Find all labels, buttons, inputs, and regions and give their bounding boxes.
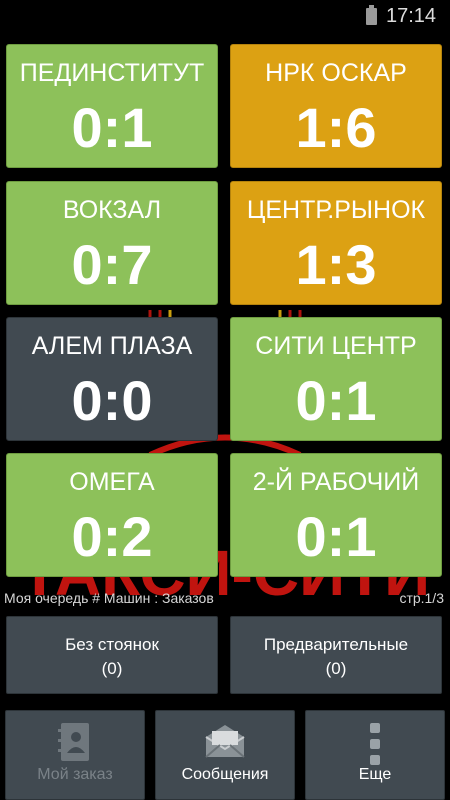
tile-score: 1:3 <box>295 233 377 296</box>
messages-button[interactable]: Сообщения <box>155 710 295 800</box>
tile-score: 0:2 <box>71 505 153 568</box>
more-vertical-icon <box>370 723 380 765</box>
no-stands-button[interactable]: Без стоянок (0) <box>6 616 218 694</box>
tile-score: 0:0 <box>71 369 153 432</box>
nav-label: Сообщения <box>181 766 269 783</box>
status-bar: 17:14 <box>0 0 450 32</box>
nav-label: Еще <box>358 766 392 783</box>
queue-info: Моя очередь # Машин : Заказов <box>4 590 214 606</box>
envelope-icon <box>205 725 245 758</box>
tile-score: 0:1 <box>295 505 377 568</box>
status-time: 17:14 <box>386 5 437 27</box>
tile-vokzal[interactable]: ВОКЗАЛ 0:7 <box>6 181 218 305</box>
tile-pedinstitut[interactable]: ПЕДИНСТИТУТ 0:1 <box>6 44 218 168</box>
button-count: (0) <box>325 659 347 678</box>
tile-name: НРК ОСКАР <box>265 59 407 87</box>
page-indicator: стр.1/3 <box>399 590 444 606</box>
tile-score: 0:1 <box>71 96 153 159</box>
tile-siti-tsentr[interactable]: СИТИ ЦЕНТР 0:1 <box>230 317 442 441</box>
my-order-button[interactable]: Мой заказ <box>5 710 145 800</box>
preliminary-button[interactable]: Предварительные (0) <box>230 616 442 694</box>
tile-name: 2-Й РАБОЧИЙ <box>252 468 420 496</box>
battery-icon <box>366 5 377 25</box>
tile-name: ЦЕНТР.РЫНОК <box>246 196 426 224</box>
tile-name: АЛЕМ ПЛАЗА <box>31 332 193 360</box>
tile-name: СИТИ ЦЕНТР <box>255 332 417 360</box>
contacts-book-icon <box>58 723 89 761</box>
tile-alem-plaza[interactable]: АЛЕМ ПЛАЗА 0:0 <box>6 317 218 441</box>
tile-tsentr-rynok[interactable]: ЦЕНТР.РЫНОК 1:3 <box>230 181 442 305</box>
tile-name: ОМЕГА <box>69 468 155 496</box>
tile-score: 0:7 <box>71 233 153 296</box>
nav-label: Мой заказ <box>37 766 113 783</box>
button-label: Предварительные <box>263 635 409 654</box>
tile-name: ВОКЗАЛ <box>62 196 162 224</box>
more-button[interactable]: Еще <box>305 710 445 800</box>
tile-2-rabochiy[interactable]: 2-Й РАБОЧИЙ 0:1 <box>230 453 442 577</box>
button-label: Без стоянок <box>65 635 159 654</box>
button-count: (0) <box>101 659 123 678</box>
tile-score: 1:6 <box>295 96 377 159</box>
tile-name: ПЕДИНСТИТУТ <box>19 59 205 87</box>
tile-score: 0:1 <box>295 369 377 432</box>
tile-nrk-oskar[interactable]: НРК ОСКАР 1:6 <box>230 44 442 168</box>
tile-omega[interactable]: ОМЕГА 0:2 <box>6 453 218 577</box>
